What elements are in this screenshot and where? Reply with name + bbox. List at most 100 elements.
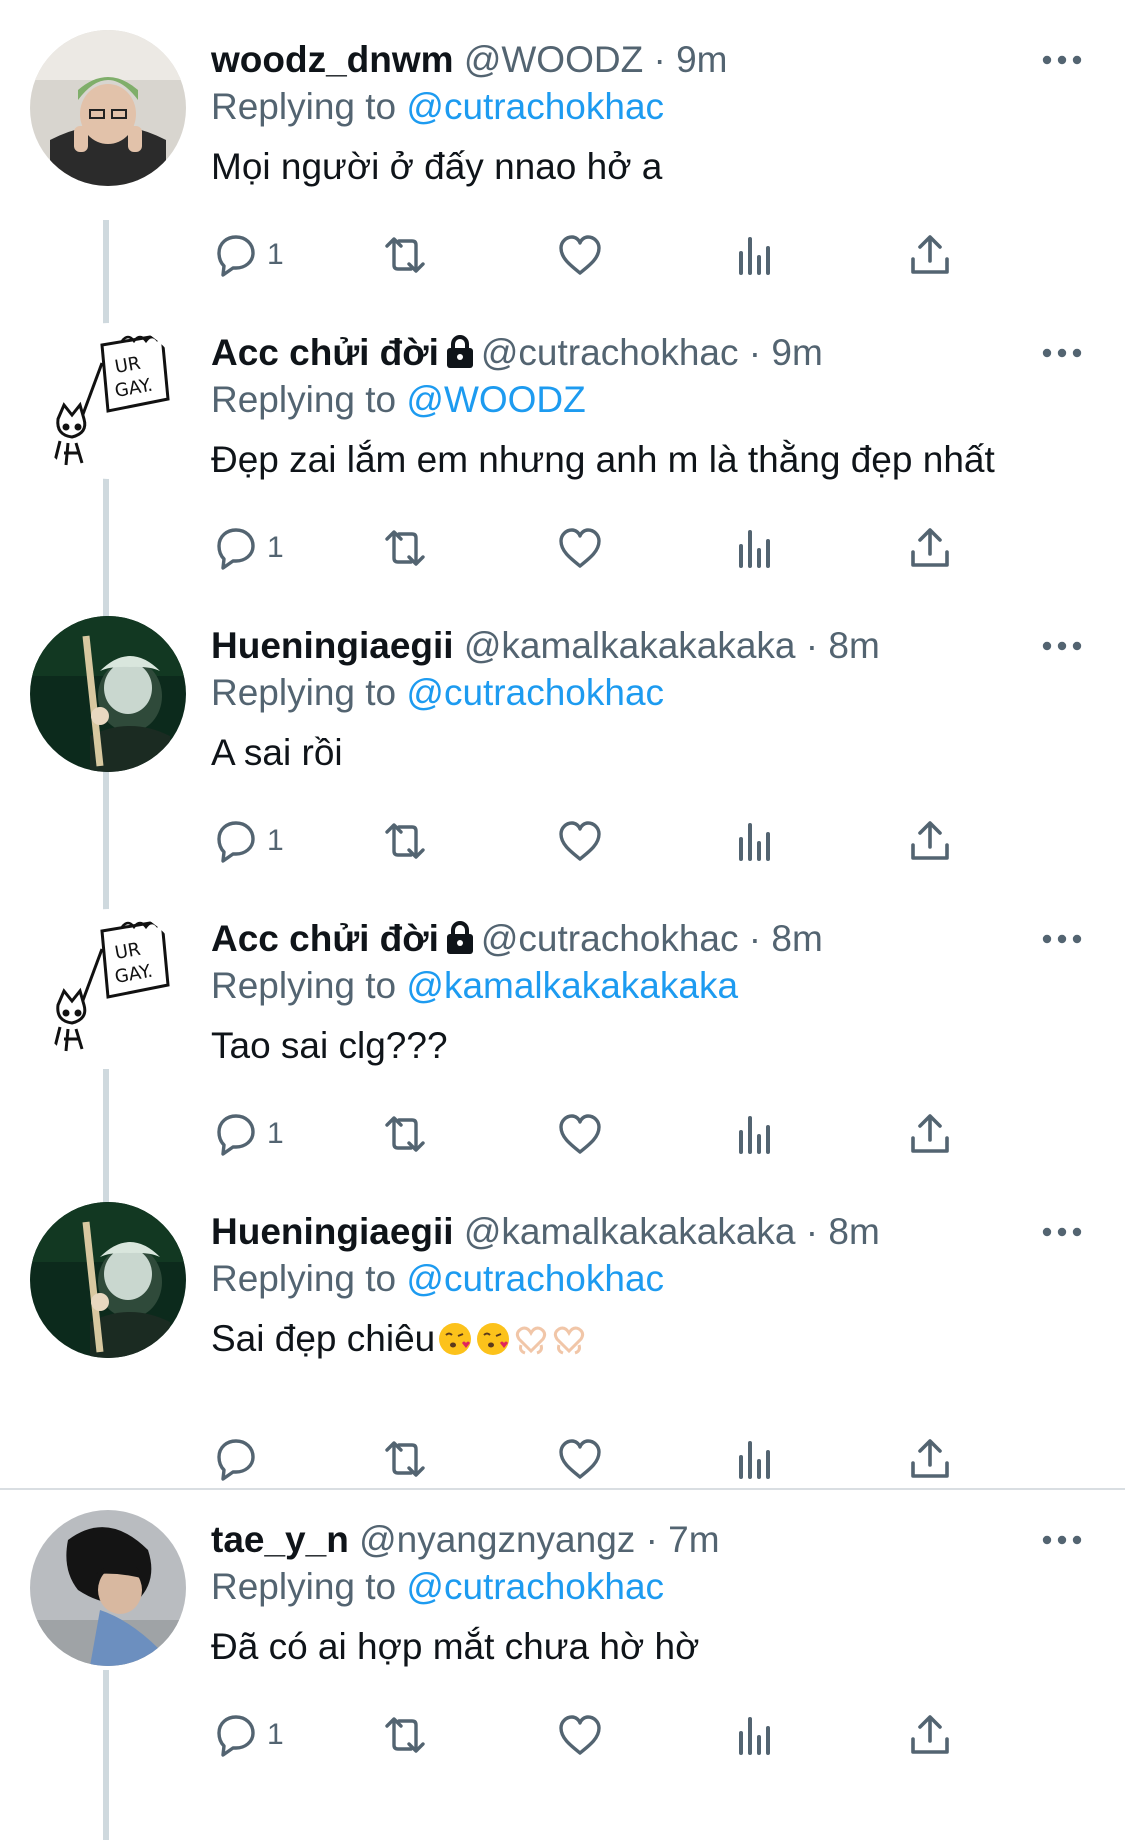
share-button[interactable] (906, 1710, 954, 1760)
retweet-button[interactable] (381, 1434, 429, 1484)
reply-button[interactable]: 1 (211, 230, 284, 280)
reply-button[interactable]: 1 (211, 523, 284, 573)
username-handle[interactable]: @kamalkakakakaka (464, 625, 796, 666)
username-handle[interactable]: @WOODZ (464, 39, 643, 80)
timestamp[interactable]: 8m (771, 918, 822, 959)
display-name[interactable]: Hueningiaegii (211, 1211, 454, 1252)
replying-to-line: Replying to @kamalkakakakaka (211, 963, 738, 1009)
share-button[interactable] (906, 1109, 954, 1159)
views-icon (739, 530, 770, 568)
replying-to-line: Replying to @cutrachokhac (211, 1564, 664, 1610)
username-handle[interactable]: @cutrachokhac (481, 918, 739, 959)
timestamp[interactable]: 8m (828, 1211, 879, 1252)
reply-button[interactable]: 1 (211, 1109, 284, 1159)
replying-to-mention[interactable]: @cutrachokhac (406, 1566, 664, 1607)
share-button[interactable] (906, 1434, 954, 1484)
display-name[interactable]: Acc chửi đời (211, 332, 439, 373)
views-button[interactable] (731, 523, 779, 573)
retweet-button[interactable] (381, 230, 429, 280)
like-button[interactable] (556, 1109, 604, 1159)
tweet[interactable]: Hueningiaegii @kamalkakakakaka · 8m Reply… (0, 1202, 1125, 1502)
more-options-icon[interactable] (1040, 636, 1084, 656)
tweet-header: tae_y_n @nyangznyangz · 7m (211, 1516, 720, 1564)
tweet-header: Hueningiaegii @kamalkakakakaka · 8m (211, 622, 880, 670)
tweet-header: Hueningiaegii @kamalkakakakaka · 8m (211, 1208, 880, 1256)
replying-to-mention[interactable]: @cutrachokhac (406, 1258, 664, 1299)
tweet-text-content: A sai rồi (211, 732, 343, 773)
tweet-text: Tao sai clg??? (211, 1021, 448, 1071)
timestamp[interactable]: 9m (771, 332, 822, 373)
views-button[interactable] (731, 816, 779, 866)
views-button[interactable] (731, 1434, 779, 1484)
like-button[interactable] (556, 1434, 604, 1484)
replying-to-mention[interactable]: @WOODZ (406, 379, 585, 420)
replying-to-label: Replying to (211, 672, 397, 713)
display-name[interactable]: Acc chửi đời (211, 918, 439, 959)
reply-button[interactable]: 1 (211, 1710, 284, 1760)
separator-dot: · (653, 39, 666, 80)
username-handle[interactable]: @cutrachokhac (481, 332, 739, 373)
avatar[interactable] (30, 616, 186, 772)
share-button[interactable] (906, 523, 954, 573)
like-button[interactable] (556, 1710, 604, 1760)
like-button[interactable] (556, 523, 604, 573)
more-options-icon[interactable] (1040, 929, 1084, 949)
reply-count: 1 (267, 531, 284, 564)
tweet-actions: 1 (211, 523, 1011, 573)
replying-to-mention[interactable]: @cutrachokhac (406, 672, 664, 713)
timestamp[interactable]: 7m (668, 1519, 719, 1560)
avatar[interactable] (30, 1202, 186, 1358)
timestamp[interactable]: 8m (828, 625, 879, 666)
tweet-actions: 1 (211, 1710, 1011, 1760)
share-button[interactable] (906, 230, 954, 280)
replying-to-mention[interactable]: @kamalkakakakaka (406, 965, 738, 1006)
reply-count: 1 (267, 1117, 284, 1150)
retweet-button[interactable] (381, 523, 429, 573)
tweet-text-content: Đẹp zai lắm em nhưng anh m là thằng đẹp … (211, 439, 995, 480)
tweet[interactable]: UR GAY. Acc chửi đời @cutrachokhac · 8m Repl… (0, 909, 1125, 1229)
kissing-face-icon (437, 1320, 473, 1370)
views-icon (739, 1717, 770, 1755)
separator-dot: · (805, 1211, 819, 1252)
retweet-button[interactable] (381, 1109, 429, 1159)
username-handle[interactable]: @nyangznyangz (359, 1519, 635, 1560)
more-options-icon[interactable] (1040, 1530, 1084, 1550)
tweet-actions: 1 (211, 816, 1011, 866)
tweet-text: Sai đẹp chiêu (211, 1314, 587, 1370)
retweet-button[interactable] (381, 1710, 429, 1760)
display-name[interactable]: Hueningiaegii (211, 625, 454, 666)
like-button[interactable] (556, 816, 604, 866)
retweet-icon (385, 530, 425, 566)
like-button[interactable] (556, 230, 604, 280)
separator-dot: · (805, 625, 819, 666)
timestamp[interactable]: 9m (676, 39, 727, 80)
reply-icon (217, 1114, 255, 1156)
retweet-button[interactable] (381, 816, 429, 866)
share-button[interactable] (906, 816, 954, 866)
reply-button[interactable]: 1 (211, 816, 284, 866)
more-options-icon[interactable] (1040, 343, 1084, 363)
avatar[interactable]: UR GAY. (30, 323, 186, 479)
views-button[interactable] (731, 1109, 779, 1159)
avatar[interactable]: UR GAY. (30, 909, 186, 1065)
tweet-text: A sai rồi (211, 728, 343, 778)
more-options-icon[interactable] (1040, 1222, 1084, 1242)
replying-to-label: Replying to (211, 86, 397, 127)
username-handle[interactable]: @kamalkakakakaka (464, 1211, 796, 1252)
avatar[interactable] (30, 30, 186, 186)
svg-text:UR: UR (113, 939, 142, 964)
reply-button[interactable] (211, 1434, 267, 1484)
tweet[interactable]: woodz_dnwm @WOODZ · 9m Replying to @cutra… (0, 30, 1125, 350)
replying-to-mention[interactable]: @cutrachokhac (406, 86, 664, 127)
tweet[interactable]: Hueningiaegii @kamalkakakakaka · 8m Reply… (0, 616, 1125, 936)
tweet-text: Đẹp zai lắm em nhưng anh m là thằng đẹp … (211, 435, 995, 485)
avatar[interactable] (30, 1510, 186, 1666)
tweet[interactable]: tae_y_n @nyangznyangz · 7m Replying to @c… (0, 1510, 1125, 1840)
more-options-icon[interactable] (1040, 50, 1084, 70)
views-button[interactable] (731, 230, 779, 280)
views-button[interactable] (731, 1710, 779, 1760)
display-name[interactable]: tae_y_n (211, 1519, 349, 1560)
tweet[interactable]: UR GAY. Acc chửi đời @cutrachokhac · 9m Repl… (0, 323, 1125, 823)
display-name[interactable]: woodz_dnwm (211, 39, 454, 80)
separator-dot: · (748, 332, 762, 373)
